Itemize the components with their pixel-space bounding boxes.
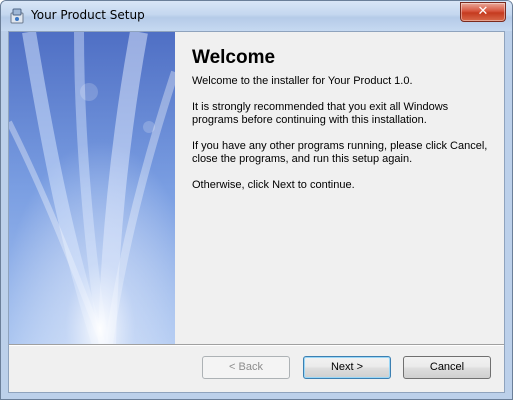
close-icon: ✕ bbox=[477, 4, 489, 19]
button-area-divider bbox=[9, 344, 504, 346]
continue-instructions-message: Otherwise, click Next to continue. bbox=[192, 179, 355, 191]
next-button[interactable]: Next > bbox=[303, 356, 391, 379]
close-button[interactable]: ✕ bbox=[460, 2, 506, 22]
exit-programs-message: It is strongly recommended that you exit… bbox=[192, 101, 449, 126]
installer-icon bbox=[10, 8, 24, 24]
back-button[interactable]: < Back bbox=[202, 356, 290, 379]
cancel-instructions-message: If you have any other programs running, … bbox=[192, 140, 488, 165]
dialog-client-area: Welcome Welcome to the installer for You… bbox=[8, 31, 505, 393]
welcome-side-banner bbox=[9, 32, 175, 344]
welcome-content: Welcome Welcome to the installer for You… bbox=[175, 32, 504, 344]
setup-window: Your Product Setup ✕ Welcome Welcome to … bbox=[0, 0, 513, 400]
cancel-button[interactable]: Cancel bbox=[403, 356, 491, 379]
title-bar[interactable]: Your Product Setup ✕ bbox=[1, 1, 512, 31]
welcome-message: Welcome to the installer for Your Produc… bbox=[192, 75, 413, 87]
window-title: Your Product Setup bbox=[31, 8, 145, 22]
page-title: Welcome bbox=[192, 47, 276, 68]
